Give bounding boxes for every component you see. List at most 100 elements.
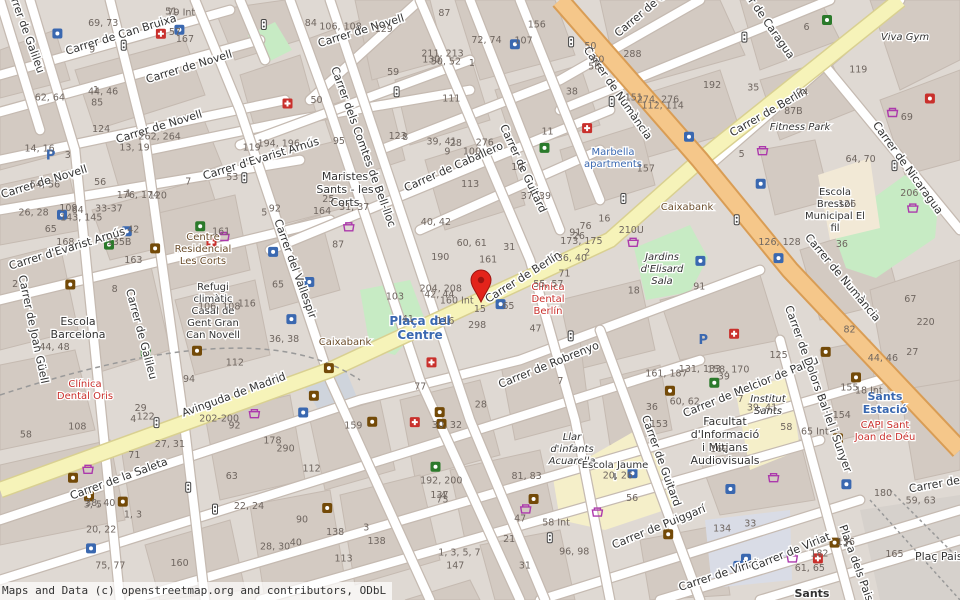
house-number: 27, 31 (155, 439, 185, 450)
house-number: 161 (212, 226, 230, 237)
traffic-light-icon[interactable] (568, 36, 575, 48)
playground-icon[interactable] (822, 15, 832, 25)
house-number: 28 (475, 400, 487, 411)
house-number: 136 (837, 537, 855, 548)
house-number: 44, 46 (868, 353, 898, 364)
traffic-light-icon[interactable] (393, 86, 400, 98)
house-number: 44, 46 (88, 87, 118, 98)
map-attribution[interactable]: Maps and Data (c) openstreetmap.org and … (0, 582, 393, 600)
fuel-icon[interactable] (725, 484, 736, 494)
school-icon[interactable] (665, 385, 675, 396)
house-number: 87B (784, 106, 803, 117)
bus-stop-icon[interactable] (695, 255, 706, 266)
house-number: 60, 61 (457, 238, 487, 249)
pet-icon[interactable] (924, 93, 935, 104)
house-number: 3 (363, 523, 369, 534)
house-number: 11 (542, 127, 554, 138)
house-number: 4 (130, 414, 136, 425)
house-number: 7 (557, 376, 563, 387)
bank-icon[interactable] (308, 390, 319, 401)
pharmacy-icon[interactable] (409, 417, 420, 428)
map-canvas[interactable]: PP Carrer de Can BruixaCarrer de NovellC… (0, 0, 960, 600)
taxi-icon[interactable] (841, 479, 852, 490)
cafe-icon[interactable] (192, 345, 202, 356)
house-number: 95 (333, 136, 345, 147)
house-number: 42 (127, 225, 139, 236)
house-number: 125 (770, 350, 788, 361)
house-number: 3, 5 (84, 499, 102, 510)
house-number: 65 (45, 224, 57, 235)
bank-icon[interactable] (367, 416, 378, 427)
house-number: 71 (128, 450, 140, 461)
house-number: 61, 65 (795, 563, 825, 574)
fitness-icon[interactable] (195, 221, 206, 232)
bus-stop-icon[interactable] (286, 314, 297, 325)
traffic-light-icon[interactable] (120, 39, 127, 51)
charging-icon[interactable] (268, 246, 279, 257)
house-number: 36 (646, 402, 658, 413)
house-number: 14, 16 (25, 143, 55, 154)
house-number: 5 (739, 149, 745, 160)
traffic-light-icon[interactable] (733, 214, 740, 226)
traffic-light-icon[interactable] (620, 193, 627, 204)
place-label: CAPI Sant Joan de Déu (854, 420, 916, 443)
parking-icon[interactable]: P (699, 333, 709, 348)
house-number: 25 (322, 194, 334, 205)
fitness-icon[interactable] (430, 461, 441, 472)
house-number: 138 (368, 536, 386, 547)
bike-rental-icon[interactable] (684, 131, 694, 142)
school-icon[interactable] (323, 363, 334, 374)
place-label: Fitness Park (770, 122, 832, 133)
house-number: 58 (780, 422, 792, 433)
traffic-light-icon[interactable] (212, 503, 218, 515)
house-number: 210U (619, 225, 644, 236)
house-number: 81, 83 (512, 471, 542, 482)
traffic-light-icon[interactable] (260, 19, 267, 30)
traffic-light-icon[interactable] (546, 532, 553, 544)
pharmacy-icon[interactable] (282, 98, 293, 109)
cafe-icon[interactable] (65, 279, 76, 290)
cafe-icon[interactable] (820, 346, 831, 357)
house-number: 134 (713, 524, 731, 535)
traffic-light-icon[interactable] (185, 481, 192, 493)
house-number: 159 (344, 420, 362, 431)
house-number: 156 (528, 20, 546, 31)
pharmacy-icon[interactable] (426, 357, 437, 368)
playground-icon[interactable] (539, 142, 550, 153)
social-facility-icon[interactable] (528, 494, 539, 504)
house-number: 87 (438, 8, 450, 19)
house-number: 58 (20, 430, 32, 441)
cafe-icon[interactable] (322, 503, 333, 513)
house-number: 2 (12, 279, 18, 290)
map-viewport[interactable]: PP Carrer de Can Bruixa Carrer de Novell C… (0, 0, 960, 600)
pharmacy-icon[interactable] (729, 328, 740, 339)
house-number: 2 (584, 248, 590, 259)
house-number: 40 (290, 537, 302, 548)
train-icon[interactable] (86, 543, 96, 554)
house-number: 44, 48 (39, 342, 69, 353)
house-number: 8 (402, 132, 408, 143)
traffic-light-icon[interactable] (241, 172, 248, 184)
bank-icon[interactable] (117, 496, 128, 507)
house-number: 65 (272, 280, 284, 291)
hotel-icon[interactable] (755, 178, 766, 189)
house-number: 111 (442, 94, 460, 105)
bank-icon[interactable] (68, 472, 78, 483)
house-number: 33 (744, 518, 756, 529)
bus-stop-icon[interactable] (773, 253, 784, 264)
house-number: 82 (844, 324, 856, 335)
social-facility-icon[interactable] (851, 372, 861, 383)
house-number: 124 (92, 124, 110, 135)
house-number: 165 (885, 549, 903, 560)
traffic-light-icon[interactable] (153, 417, 160, 429)
cafe-icon[interactable] (434, 407, 445, 418)
dentist-icon[interactable] (582, 123, 593, 134)
traffic-light-icon[interactable] (741, 31, 748, 43)
bus-stop-icon[interactable] (298, 407, 309, 418)
house-number: 147 (446, 561, 464, 572)
traffic-light-icon[interactable] (567, 330, 574, 342)
house-number: 112 (303, 464, 321, 475)
social-facility-icon[interactable] (150, 243, 161, 254)
house-number: 28, 30 (260, 542, 290, 553)
bus-stop-icon[interactable] (52, 28, 63, 39)
